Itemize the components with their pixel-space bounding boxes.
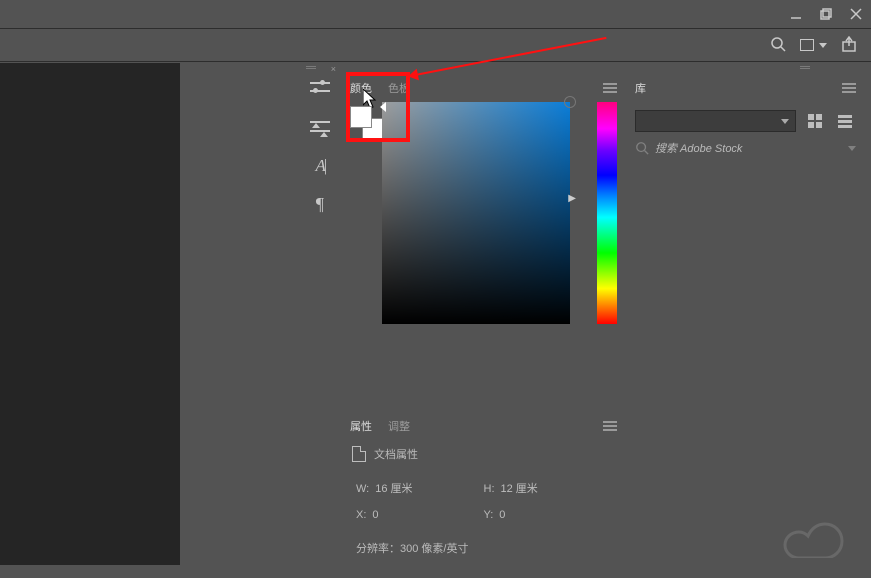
workspace-icon [800,39,814,51]
y-value[interactable]: 0 [499,502,505,528]
histogram-panel-icon[interactable] [308,80,332,100]
libraries-panel: 库 搜索 Adobe Stock [627,74,864,164]
workspace-picker[interactable] [800,39,827,51]
character-panel-icon[interactable]: A| [308,156,332,176]
panel-menu-icon[interactable] [842,83,856,93]
dock-grip[interactable]: × [300,63,340,74]
properties-panel: 属性 调整 文档属性 W:16 厘米 H:12 厘米 X:0 Y:0 分辨率：3… [342,412,625,578]
search-icon[interactable] [770,36,786,55]
dock-grip[interactable] [795,63,815,74]
chevron-down-icon [819,43,827,48]
grid-view-button[interactable] [804,110,826,132]
paragraph-panel-icon[interactable]: ¶ [308,194,332,214]
hue-strip[interactable] [597,102,617,324]
width-value[interactable]: 16 厘米 [375,476,412,502]
tab-libraries[interactable]: 库 [627,74,654,102]
creative-cloud-logo [773,510,847,561]
colour-picker-ring[interactable] [564,96,576,108]
colour-field[interactable]: ▶ [382,102,570,324]
restore-button[interactable] [811,0,841,28]
panel-menu-icon[interactable] [603,83,617,93]
dock-close-icon[interactable]: × [331,64,336,74]
adjustments-panel-icon[interactable] [308,118,332,138]
search-placeholder: 搜索 Adobe Stock [655,140,742,156]
list-view-button[interactable] [834,110,856,132]
y-label: Y: [484,502,494,528]
hue-slider-marker[interactable]: ▶ [568,193,576,204]
library-search-input[interactable]: 搜索 Adobe Stock [635,140,856,156]
document-properties-label: 文档属性 [374,446,418,462]
x-value[interactable]: 0 [372,502,378,528]
document-canvas[interactable] [0,63,180,565]
x-label: X: [356,502,366,528]
search-icon [635,141,649,155]
tab-adjustments[interactable]: 调整 [380,412,418,440]
tab-properties[interactable]: 属性 [342,412,380,440]
collapsed-panel-strip: A| ¶ [300,74,340,220]
height-label: H: [484,476,495,502]
panel-menu-icon[interactable] [603,421,617,431]
minimize-button[interactable] [781,0,811,28]
chevron-down-icon [848,146,856,151]
library-dropdown[interactable] [635,110,796,132]
resolution-value: 分辨率：300 像素/英寸 [356,536,468,562]
close-button[interactable] [841,0,871,28]
width-label: W: [356,476,369,502]
document-icon [352,446,366,462]
foreground-swatch[interactable] [350,106,372,128]
share-icon[interactable] [841,36,857,55]
height-value[interactable]: 12 厘米 [501,476,538,502]
